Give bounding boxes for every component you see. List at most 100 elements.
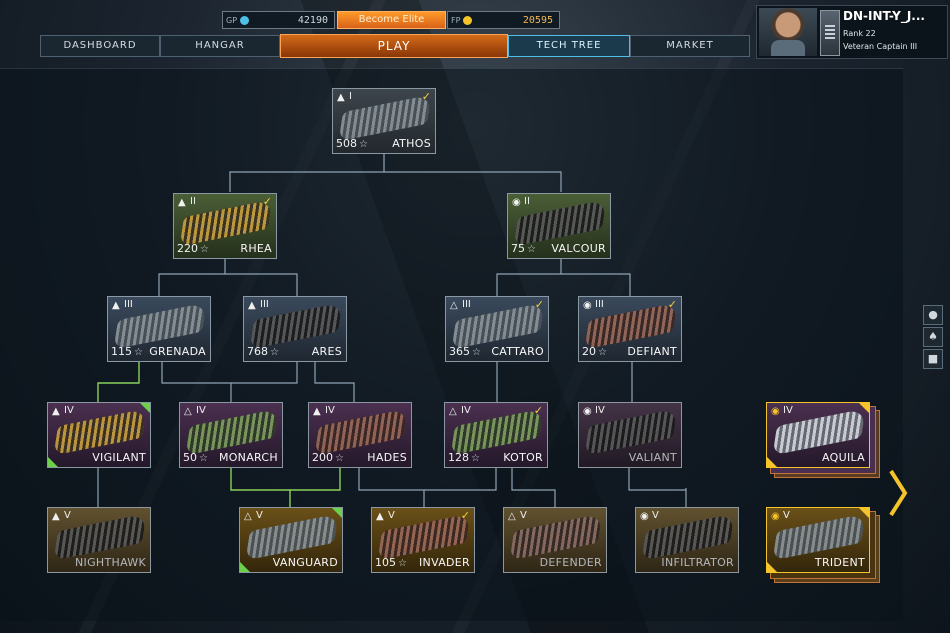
ship-card-athos[interactable]: ▲ I ✓ 508 ☆ ATHOS (332, 88, 436, 154)
ship-card-monarch[interactable]: △ IV 50 ☆ MONARCH (179, 402, 283, 468)
faction-icon: △ (508, 511, 516, 522)
tier-label: ▲ III (248, 299, 269, 311)
tier-label: ◉ V (771, 510, 790, 522)
premium-marker (767, 562, 777, 572)
ship-points: 200 ☆ (312, 451, 344, 464)
ship-name: VANGUARD (272, 556, 338, 569)
ship-card-rhea[interactable]: ▲ II ✓ 220 ☆ RHEA (173, 193, 277, 259)
ship-card-kotor[interactable]: △ IV ✓ 128 ☆ KOTOR (444, 402, 548, 468)
tier-label: ◉ II (512, 196, 530, 208)
tier-label: ▲ II (178, 196, 196, 208)
ship-name: DEFIANT (627, 345, 677, 358)
ship-points: 105 ☆ (375, 556, 407, 569)
ship-name: KOTOR (503, 451, 543, 464)
tier-label: ▲ I (337, 91, 352, 103)
unlockable-marker (240, 562, 250, 572)
ship-card-trident[interactable]: ◉ V TRIDENT (766, 507, 870, 573)
star-icon: ☆ (398, 558, 407, 569)
faction-icon: ▲ (178, 197, 186, 208)
ship-card-aquila[interactable]: ◉ IV AQUILA (766, 402, 870, 468)
faction-icon: ▲ (52, 511, 60, 522)
ship-card-ares[interactable]: ▲ III 768 ☆ ARES (243, 296, 347, 362)
ship-name: NIGHTHAWK (75, 556, 146, 569)
ship-name: HADES (367, 451, 407, 464)
ship-card-grenada[interactable]: ▲ III 115 ☆ GRENADA (107, 296, 211, 362)
ship-points: 220 ☆ (177, 242, 209, 255)
ship-name: VALIANT (628, 451, 677, 464)
ship-card-defiant[interactable]: ◉ III ✓ 20 ☆ DEFIANT (578, 296, 682, 362)
faction-icon: ◉ (640, 511, 649, 522)
ship-points: 768 ☆ (247, 345, 279, 358)
tier-label: ◉ V (640, 510, 659, 522)
faction-icon: △ (184, 406, 192, 417)
owned-check-icon: ✓ (667, 298, 677, 311)
ship-name: ARES (311, 345, 342, 358)
star-icon: ☆ (134, 347, 143, 358)
faction-icon: ◉ (771, 511, 780, 522)
tier-label: ◉ III (583, 299, 604, 311)
ship-points: 115 ☆ (111, 345, 143, 358)
ship-card-infiltrator[interactable]: ◉ V INFILTRATOR (635, 507, 739, 573)
ship-card-nighthawk[interactable]: ▲ V NIGHTHAWK (47, 507, 151, 573)
ship-name: RHEA (240, 242, 272, 255)
owned-check-icon: ✓ (533, 404, 543, 417)
premium-marker (767, 457, 777, 467)
faction-icon: ◉ (771, 406, 780, 417)
ship-points: 75 ☆ (511, 242, 536, 255)
star-icon: ☆ (199, 453, 208, 464)
ship-points: 128 ☆ (448, 451, 480, 464)
tier-label: ▲ III (112, 299, 133, 311)
owned-check-icon: ✓ (421, 90, 431, 103)
ship-name: VIGILANT (92, 451, 146, 464)
premium-marker (859, 403, 869, 413)
ship-card-hades[interactable]: ▲ IV 200 ☆ HADES (308, 402, 412, 468)
faction-icon: ◉ (512, 197, 521, 208)
ship-points: 50 ☆ (183, 451, 208, 464)
tier-label: ▲ IV (313, 405, 335, 417)
ship-card-defender[interactable]: △ V DEFENDER (503, 507, 607, 573)
star-icon: ☆ (527, 244, 536, 255)
ship-card-vigilant[interactable]: ▲ IV VIGILANT (47, 402, 151, 468)
tier-label: ▲ V (376, 510, 395, 522)
star-icon: ☆ (270, 347, 279, 358)
unlockable-marker (140, 403, 150, 413)
faction-icon: ◉ (583, 300, 592, 311)
tier-label: △ III (450, 299, 471, 311)
ship-points: 20 ☆ (582, 345, 607, 358)
ship-name: VALCOUR (551, 242, 606, 255)
ship-card-vanguard[interactable]: △ V VANGUARD (239, 507, 343, 573)
star-icon: ☆ (359, 139, 368, 150)
ship-name: MONARCH (218, 451, 278, 464)
premium-marker (859, 508, 869, 518)
unlockable-marker (48, 457, 58, 467)
tier-label: △ V (508, 510, 527, 522)
ship-points: 365 ☆ (449, 345, 481, 358)
ship-points: 508 ☆ (336, 137, 368, 150)
tier-label: ▲ V (52, 510, 71, 522)
tier-label: △ IV (184, 405, 206, 417)
ship-name: INVADER (419, 556, 470, 569)
faction-icon: ▲ (337, 92, 345, 103)
owned-check-icon: ✓ (534, 298, 544, 311)
ship-card-valcour[interactable]: ◉ II 75 ☆ VALCOUR (507, 193, 611, 259)
ship-name: INFILTRATOR (661, 556, 734, 569)
tier-label: △ V (244, 510, 263, 522)
ship-card-valiant[interactable]: ◉ IV VALIANT (578, 402, 682, 468)
ship-name: ATHOS (392, 137, 431, 150)
ship-name: GRENADA (149, 345, 206, 358)
owned-check-icon: ✓ (460, 509, 470, 522)
ship-card-cattaro[interactable]: △ III ✓ 365 ☆ CATTARO (445, 296, 549, 362)
faction-icon: ▲ (248, 300, 256, 311)
star-icon: ☆ (200, 244, 209, 255)
tier-label: ◉ IV (771, 405, 793, 417)
ship-card-invader[interactable]: ▲ V ✓ 105 ☆ INVADER (371, 507, 475, 573)
faction-icon: ▲ (313, 406, 321, 417)
tier-label: ▲ IV (52, 405, 74, 417)
ship-name: AQUILA (822, 451, 865, 464)
star-icon: ☆ (472, 347, 481, 358)
ship-name: DEFENDER (539, 556, 602, 569)
star-icon: ☆ (471, 453, 480, 464)
tier-label: ◉ IV (583, 405, 605, 417)
ship-name: CATTARO (491, 345, 544, 358)
faction-icon: ▲ (52, 406, 60, 417)
